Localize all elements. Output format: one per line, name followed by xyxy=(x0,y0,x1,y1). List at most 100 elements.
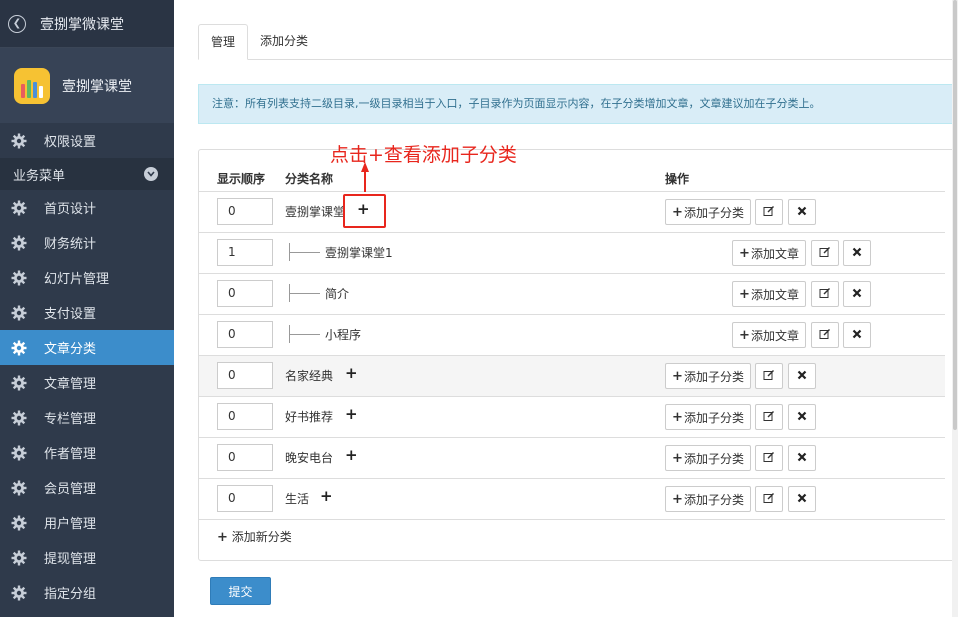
gear-icon xyxy=(10,339,28,357)
brand-block: 壹捌掌课堂 xyxy=(0,48,174,123)
category-name: 好书推荐 xyxy=(285,410,334,424)
delete-button[interactable] xyxy=(788,363,816,389)
gear-icon xyxy=(10,234,28,252)
order-input[interactable]: 0 xyxy=(217,321,273,348)
close-icon xyxy=(797,369,807,383)
edit-button[interactable] xyxy=(755,404,783,430)
sidebar-header[interactable]: ❮ 壹捌掌微课堂 xyxy=(0,0,174,48)
edit-icon xyxy=(763,492,775,507)
sidebar-item-permissions[interactable]: 权限设置 xyxy=(0,123,174,158)
edit-icon xyxy=(819,328,831,343)
delete-button[interactable] xyxy=(843,240,871,266)
sidebar-item-label: 用户管理 xyxy=(44,517,97,532)
plus-icon: + xyxy=(672,450,683,466)
edit-button[interactable] xyxy=(811,281,839,307)
add-article-button[interactable]: + 添加文章 xyxy=(732,281,806,307)
order-input[interactable]: 0 xyxy=(217,362,273,389)
tab-bar: 管理 添加分类 xyxy=(198,24,958,60)
close-icon xyxy=(797,410,807,424)
sidebar-item[interactable]: 首页设计 xyxy=(0,190,174,225)
edit-icon xyxy=(819,246,831,261)
sidebar-item[interactable]: 财务统计 xyxy=(0,225,174,260)
add-article-button[interactable]: + 添加文章 xyxy=(732,322,806,348)
sidebar-item[interactable]: 作者管理 xyxy=(0,435,174,470)
sidebar-item[interactable]: 幻灯片管理 xyxy=(0,260,174,295)
delete-button[interactable] xyxy=(788,404,816,430)
button-label: 添加文章 xyxy=(750,328,799,343)
sidebar-item[interactable]: 文章分类 xyxy=(0,330,174,365)
add-subcategory-button[interactable]: + 添加子分类 xyxy=(665,486,751,512)
plus-icon: + xyxy=(739,286,750,302)
delete-button[interactable] xyxy=(788,445,816,471)
edit-button[interactable] xyxy=(811,322,839,348)
order-input[interactable]: 0 xyxy=(217,485,273,512)
delete-button[interactable] xyxy=(843,281,871,307)
chevron-down-icon[interactable] xyxy=(144,167,158,181)
table-row: 0 好书推荐 + + 添加子分类 xyxy=(199,397,945,438)
table-row: 0 小程序 + 添加文章 xyxy=(199,315,945,356)
edit-icon xyxy=(763,410,775,425)
sidebar-item[interactable]: 提现管理 xyxy=(0,540,174,575)
plus-icon: + xyxy=(672,204,683,220)
button-label: 添加子分类 xyxy=(683,205,744,220)
close-icon xyxy=(797,205,807,219)
edit-button[interactable] xyxy=(811,240,839,266)
tree-connector xyxy=(289,243,320,261)
notice-banner: 注意：所有列表支持二级目录,一级目录相当于入口，子目录作为页面显示内容，在子分类… xyxy=(198,84,958,124)
app-title: 壹捌掌微课堂 xyxy=(40,16,124,33)
submit-button[interactable]: 提交 xyxy=(210,577,271,605)
gear-icon xyxy=(10,514,28,532)
close-icon xyxy=(852,246,862,260)
sidebar-item[interactable]: 文章管理 xyxy=(0,365,174,400)
order-input[interactable]: 0 xyxy=(217,444,273,471)
gear-icon xyxy=(10,549,28,567)
order-input[interactable]: 0 xyxy=(217,403,273,430)
delete-button[interactable] xyxy=(843,322,871,348)
edit-button[interactable] xyxy=(755,363,783,389)
edit-icon xyxy=(819,287,831,302)
add-article-button[interactable]: + 添加文章 xyxy=(732,240,806,266)
scrollbar[interactable] xyxy=(952,0,958,617)
add-category-link[interactable]: + 添加新分类 xyxy=(217,528,292,545)
edit-button[interactable] xyxy=(755,445,783,471)
header-name: 分类名称 xyxy=(285,172,334,186)
table-row: 0 生活 + + 添加子分类 xyxy=(199,479,945,520)
delete-button[interactable] xyxy=(788,486,816,512)
edit-button[interactable] xyxy=(755,486,783,512)
expand-plus-icon[interactable]: + xyxy=(345,448,358,463)
close-icon xyxy=(797,451,807,465)
expand-plus-icon[interactable]: + xyxy=(345,407,358,422)
sidebar-item-label: 指定分组 xyxy=(44,587,97,602)
sidebar-item[interactable]: 会员管理 xyxy=(0,470,174,505)
gear-icon xyxy=(10,304,28,322)
gear-icon xyxy=(10,132,28,150)
sidebar-item[interactable]: 用户管理 xyxy=(0,505,174,540)
tab-add-category[interactable]: 添加分类 xyxy=(248,24,320,60)
button-label: 添加子分类 xyxy=(683,410,744,425)
expand-plus-icon[interactable]: + xyxy=(345,366,358,381)
sidebar-section-business[interactable]: 业务菜单 xyxy=(0,158,174,190)
add-subcategory-button[interactable]: + 添加子分类 xyxy=(665,404,751,430)
category-table: 显示顺序 分类名称 操作 0 壹捌掌课堂 + + 添加子分类 1 壹捌掌课堂1 + 添加文章 0 简… xyxy=(198,149,958,561)
order-input[interactable]: 0 xyxy=(217,198,273,225)
expand-plus-icon[interactable]: + xyxy=(320,489,333,504)
sidebar-item[interactable]: 支付设置 xyxy=(0,295,174,330)
table-row: 0 晚安电台 + + 添加子分类 xyxy=(199,438,945,479)
sidebar-item[interactable]: 指定分组 xyxy=(0,575,174,610)
order-input[interactable]: 0 xyxy=(217,280,273,307)
back-arrow-icon[interactable]: ❮ xyxy=(8,14,26,33)
edit-button[interactable] xyxy=(755,199,783,225)
plus-icon: + xyxy=(217,530,228,545)
add-subcategory-button[interactable]: + 添加子分类 xyxy=(665,445,751,471)
add-subcategory-button[interactable]: + 添加子分类 xyxy=(665,199,751,225)
sidebar-item[interactable]: 专栏管理 xyxy=(0,400,174,435)
tree-connector xyxy=(289,325,320,343)
table-row: 1 壹捌掌课堂1 + 添加文章 xyxy=(199,233,945,274)
delete-button[interactable] xyxy=(788,199,816,225)
tab-manage[interactable]: 管理 xyxy=(198,24,249,60)
plus-icon: + xyxy=(672,491,683,507)
button-label: 添加子分类 xyxy=(683,451,744,466)
add-subcategory-button[interactable]: + 添加子分类 xyxy=(665,363,751,389)
plus-icon: + xyxy=(739,327,750,343)
order-input[interactable]: 1 xyxy=(217,239,273,266)
